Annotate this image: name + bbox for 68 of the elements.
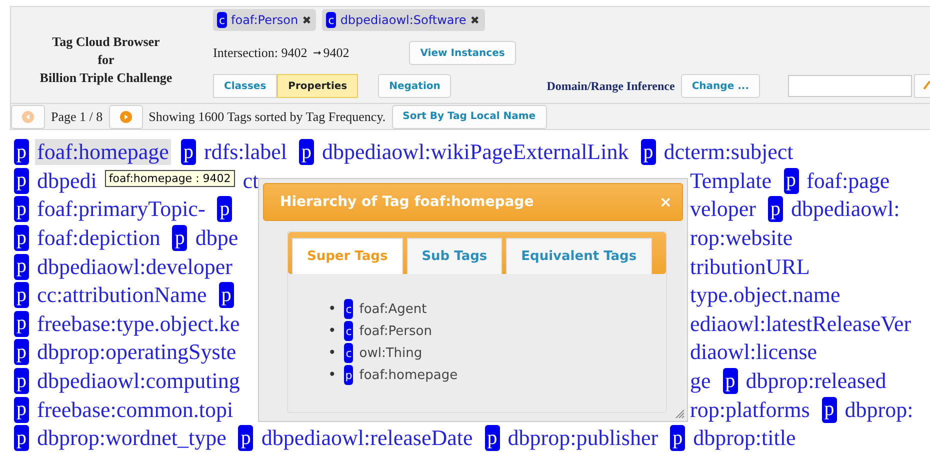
negation-button[interactable]: Negation: [378, 74, 452, 98]
mode-tab[interactable]: Classes: [213, 74, 278, 98]
class-badge: c: [326, 12, 336, 28]
class-badge: c: [217, 12, 227, 28]
property-badge: p: [217, 196, 232, 222]
property-badge: p: [14, 282, 29, 308]
change-button[interactable]: Change ...: [680, 74, 760, 98]
resize-grip-icon[interactable]: [675, 409, 685, 419]
bullet: •: [328, 345, 336, 361]
bullet: •: [328, 367, 336, 383]
search-button[interactable]: [914, 74, 930, 98]
dialog-title: Hierarchy of Tag foaf:homepage: [280, 194, 534, 210]
app-title: for: [98, 51, 114, 69]
type-badge: c: [344, 343, 354, 363]
tag-summary: Showing 1600 Tags sorted by Tag Frequency.: [148, 108, 386, 124]
property-badge: p: [14, 196, 29, 222]
tooltip: foaf:homepage : 9402: [104, 170, 235, 188]
view-instances-button[interactable]: View Instances: [409, 41, 516, 65]
mode-tab[interactable]: Properties: [277, 74, 358, 98]
intersection-value: 9402: [323, 45, 350, 61]
property-badge: p: [822, 396, 837, 423]
property-badge: p: [14, 396, 29, 423]
page-indicator: Page 1 / 8: [51, 108, 103, 124]
property-badge: p: [218, 282, 234, 308]
type-badge: c: [344, 299, 354, 319]
intersection-label: Intersection: 9402: [213, 45, 308, 61]
filter-chip[interactable]: c dbpediaowl:Software ✖: [322, 9, 485, 31]
remove-button[interactable]: ✖: [302, 14, 312, 26]
property-badge: p: [14, 168, 29, 194]
property-badge: p: [14, 254, 29, 280]
property-badge: p: [722, 368, 738, 394]
bullet: •: [328, 301, 336, 317]
property-badge: p: [768, 196, 783, 222]
property-badge: p: [238, 425, 254, 452]
property-badge: p: [14, 368, 29, 394]
property-badge: p: [484, 425, 500, 452]
property-badge: p: [784, 168, 799, 194]
property-badge: p: [180, 139, 196, 166]
bullet: •: [328, 323, 336, 339]
chip-label: foaf:Person: [231, 13, 298, 27]
prev-icon: [22, 110, 34, 122]
type-badge: p: [344, 365, 354, 385]
sort-button[interactable]: Sort By Tag Local Name: [392, 104, 547, 128]
inference-label: Domain/Range Inference: [546, 78, 675, 94]
property-badge: p: [14, 425, 29, 452]
filter-chip[interactable]: c foaf:Person ✖: [213, 9, 316, 31]
property-badge: p: [670, 425, 686, 452]
property-badge: p: [14, 225, 29, 252]
app-title: Tag Cloud Browser: [52, 33, 160, 51]
remove-button[interactable]: ✖: [470, 14, 480, 26]
chip-label: dbpediaowl:Software: [340, 13, 466, 27]
property-badge: p: [299, 139, 314, 166]
property-badge: p: [14, 339, 29, 366]
next-page-button[interactable]: [108, 104, 143, 128]
type-badge: c: [344, 321, 354, 341]
property-badge: p: [640, 139, 656, 166]
hierarchy-item[interactable]: foaf:Agent: [359, 302, 427, 316]
property-badge: p: [14, 310, 29, 337]
arrow-glyph: ➞: [313, 47, 322, 59]
property-badge: p: [172, 225, 188, 252]
next-icon: [120, 110, 132, 122]
tag-link[interactable]: foaf:homepage: [35, 139, 171, 166]
hierarchy-item[interactable]: foaf:homepage: [359, 368, 458, 382]
search-field[interactable]: [788, 75, 912, 97]
hierarchy-item[interactable]: foaf:Person: [359, 324, 432, 338]
property-badge: p: [14, 139, 29, 166]
app-title: Billion Triple Challenge: [40, 69, 172, 87]
hierarchy-item[interactable]: owl:Thing: [359, 346, 422, 360]
